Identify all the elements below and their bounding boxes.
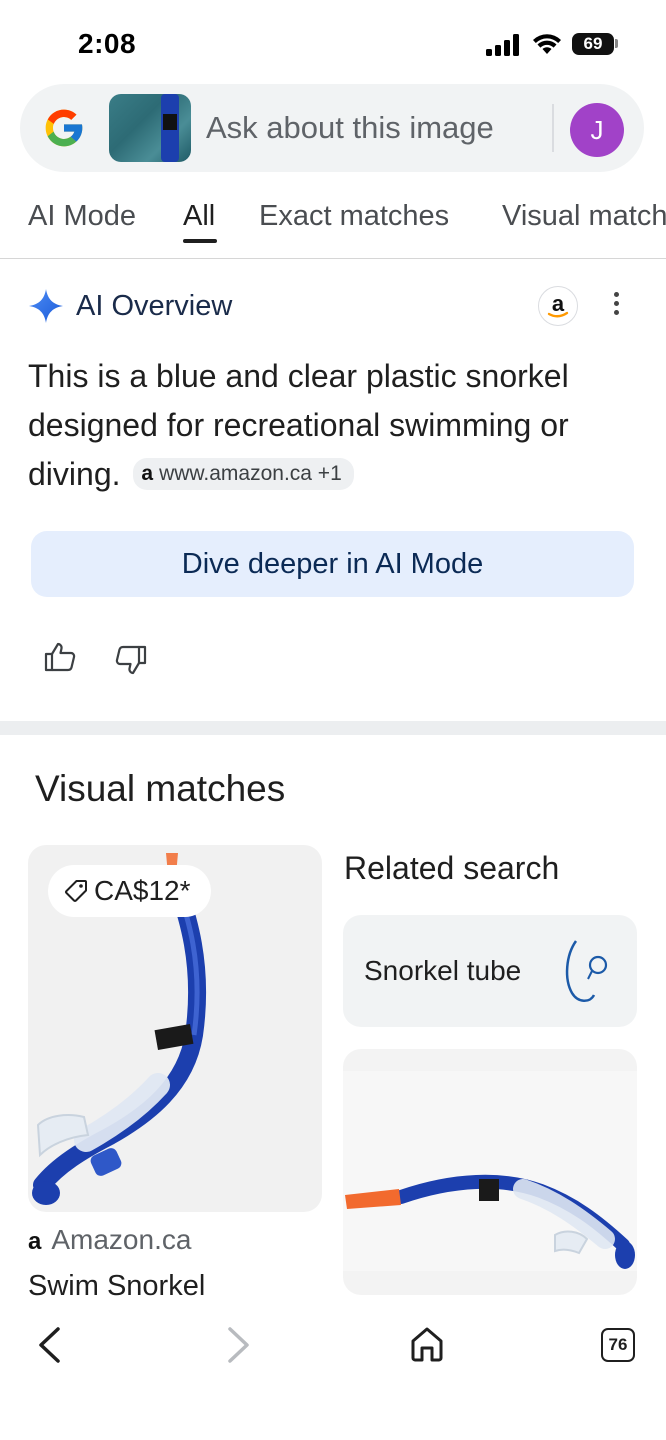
search-divider — [552, 104, 554, 152]
bottom-nav-bar — [0, 1300, 666, 1440]
ai-overview-title: AI Overview — [76, 290, 233, 322]
section-separator — [0, 721, 666, 735]
related-search-heading: Related search — [344, 850, 560, 886]
google-logo-icon[interactable] — [42, 106, 86, 150]
snorkel-tube-thumbnail-icon — [565, 940, 608, 1002]
tab-visual-matches[interactable]: Visual matches — [502, 200, 666, 233]
thumbs-down-icon[interactable] — [115, 645, 147, 675]
amazon-logo-icon[interactable]: a — [538, 286, 578, 326]
battery-icon: 69 — [572, 33, 614, 55]
active-tab-indicator — [183, 239, 217, 243]
visual-matches-heading: Visual matches — [35, 768, 286, 809]
status-time: 2:08 — [78, 28, 137, 59]
snorkel-product-image-2 — [343, 1071, 637, 1271]
result-source-label: Amazon.ca — [51, 1224, 192, 1255]
cellular-signal-icon — [486, 34, 519, 56]
snorkel-clip — [163, 114, 177, 130]
home-icon[interactable] — [410, 1326, 444, 1362]
tab-switcher-button[interactable]: 76 — [601, 1328, 635, 1362]
amazon-source-icon: a — [28, 1228, 42, 1255]
svg-text:a: a — [552, 291, 565, 316]
related-search-query[interactable]: Snorkel tube — [364, 955, 521, 987]
price-badge: CA$12* — [48, 865, 211, 917]
ai-sparkle-icon — [29, 289, 63, 323]
result-source[interactable]: a Amazon.ca — [28, 1224, 191, 1256]
forward-icon[interactable] — [226, 1326, 252, 1364]
result-title[interactable]: Swim Snorkel — [28, 1270, 205, 1303]
tab-ai-mode[interactable]: AI Mode — [28, 200, 136, 233]
tab-visual-matches-clip: Visual matches — [502, 195, 666, 245]
wifi-icon — [533, 34, 561, 54]
tabs-divider — [0, 258, 666, 259]
source-chip-icon: a — [141, 461, 154, 485]
ai-overview-text: This is a blue and clear plastic snorkel… — [28, 352, 638, 499]
more-options-icon[interactable] — [614, 292, 620, 319]
tab-exact-matches[interactable]: Exact matches — [259, 200, 449, 233]
query-image-thumbnail[interactable] — [109, 94, 191, 162]
dive-deeper-button[interactable]: Dive deeper in AI Mode — [31, 531, 634, 597]
source-chip-label: www.amazon.ca +1 — [159, 461, 342, 485]
price-tag-icon — [65, 879, 87, 902]
search-input[interactable]: Ask about this image — [206, 110, 494, 146]
back-icon[interactable] — [36, 1326, 62, 1364]
tab-all[interactable]: All — [183, 200, 215, 233]
account-avatar[interactable]: J — [570, 103, 624, 157]
source-chip[interactable]: a www.amazon.ca +1 — [133, 457, 354, 490]
visual-match-card-2[interactable] — [343, 1049, 637, 1295]
battery-nub — [615, 39, 618, 48]
price-label: CA$12* — [94, 875, 191, 906]
thumbs-up-icon[interactable] — [44, 642, 76, 672]
